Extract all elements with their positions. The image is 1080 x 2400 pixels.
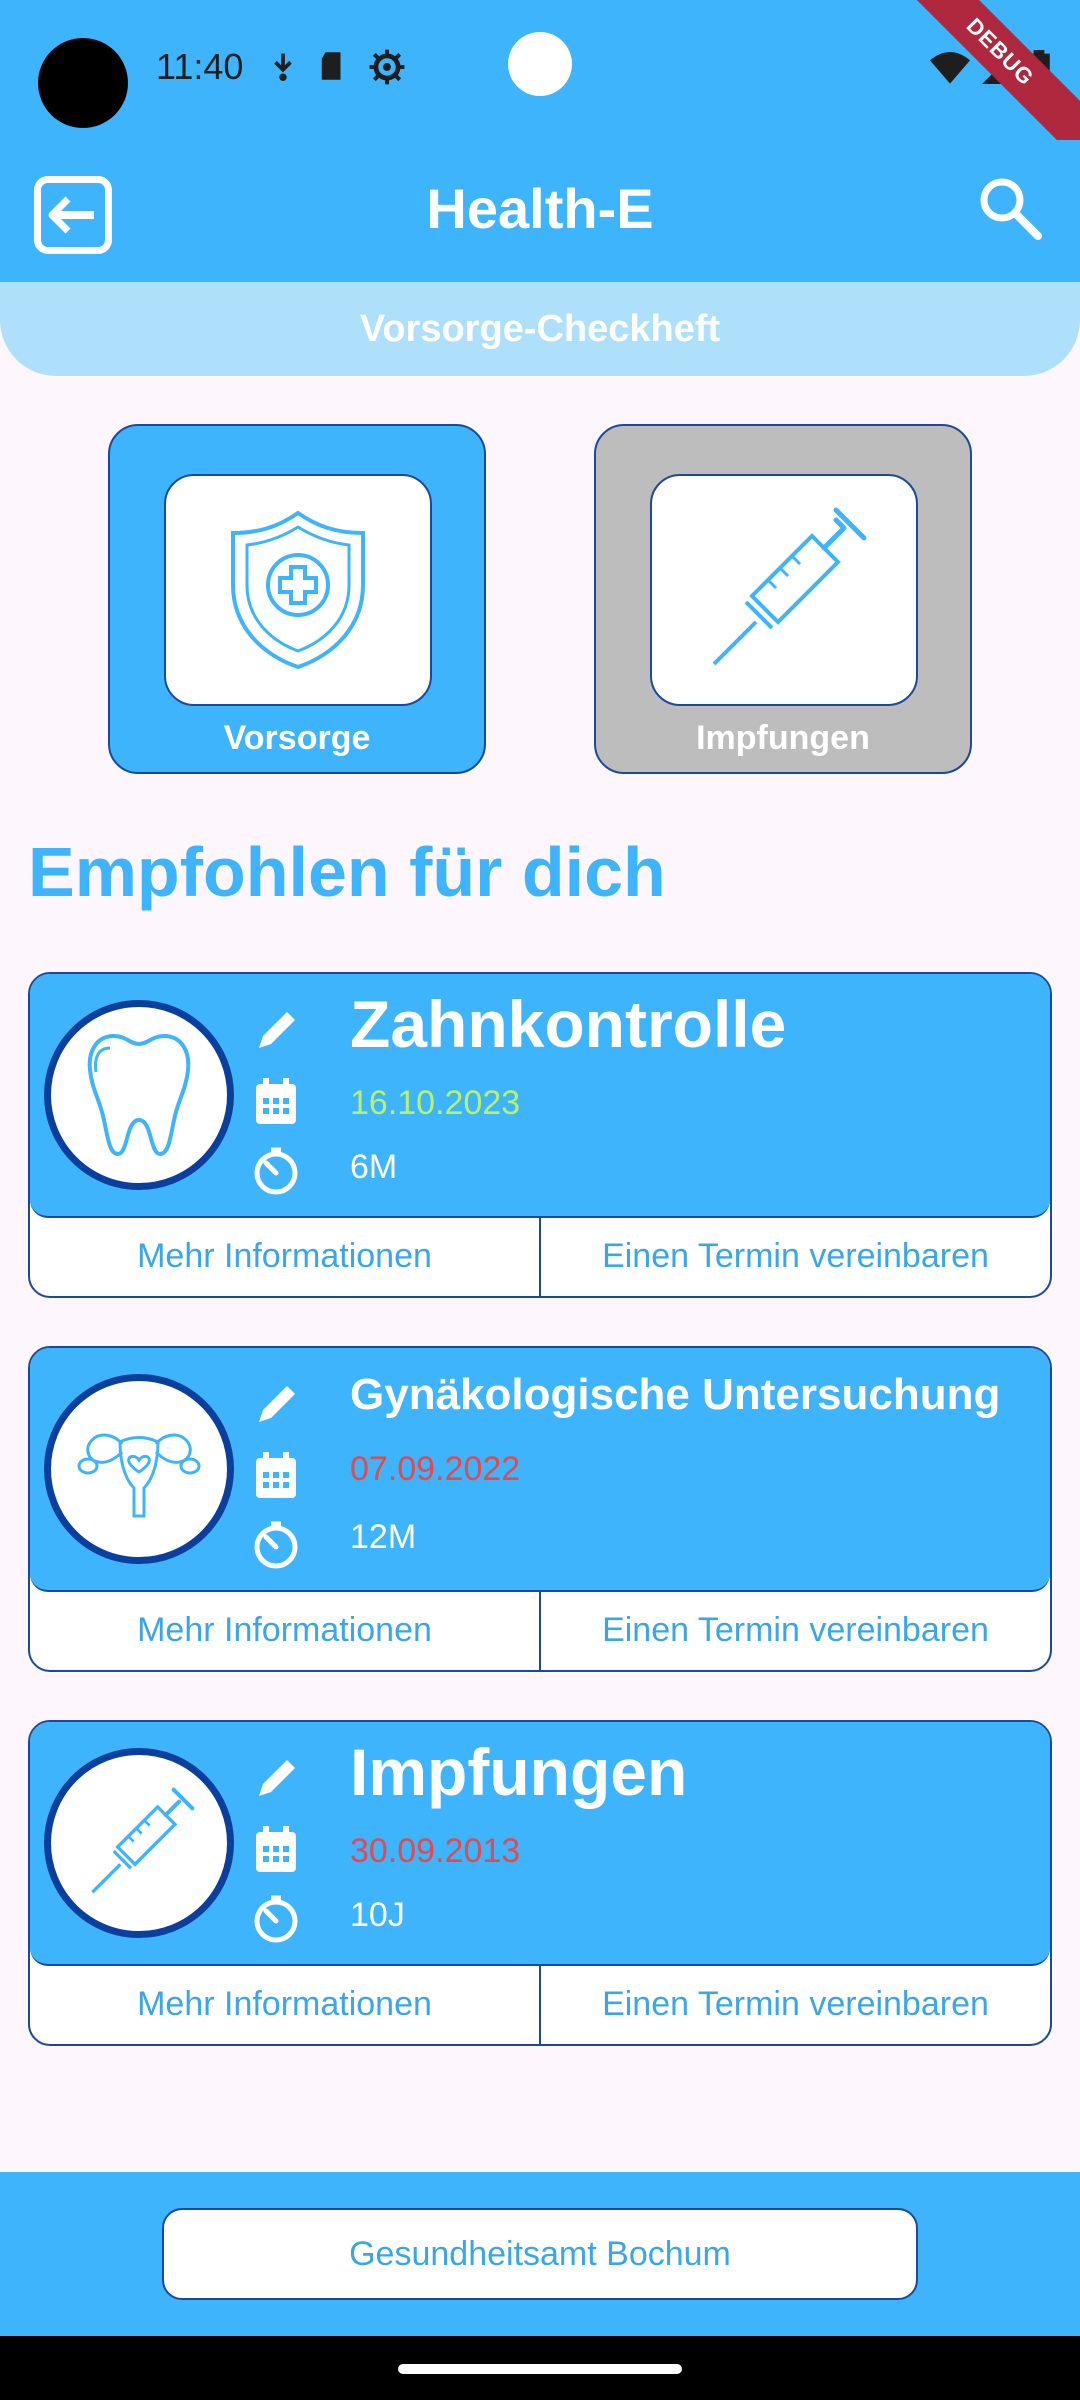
recommendation-card: Impfungen 30.09.2013 10J Mehr Informatio…: [28, 1720, 1052, 2046]
edit-button[interactable]: [248, 996, 304, 1066]
more-info-button[interactable]: Mehr Informationen: [30, 1218, 539, 1296]
category-icon-tile: [650, 474, 918, 706]
section-title: Empfohlen für dich: [28, 833, 666, 911]
wifi-icon: [930, 52, 970, 84]
recommendation-meta-icons: [248, 1370, 304, 1580]
calendar-icon: [256, 1452, 296, 1498]
recommendation-meta-icons: [248, 996, 304, 1206]
category-icon-tile: [164, 474, 432, 706]
timer-icon: [254, 1521, 298, 1569]
category-impfungen[interactable]: Impfungen: [594, 424, 972, 774]
settings-gear-icon: [369, 49, 405, 85]
tooth-icon: [87, 1033, 191, 1157]
edit-button[interactable]: [248, 1744, 304, 1814]
recommendation-card: Zahnkontrolle 16.10.2023 6M Mehr Informa…: [28, 972, 1052, 1298]
calendar-icon: [256, 1826, 296, 1872]
calendar-indicator: [248, 1814, 304, 1884]
recommendation-actions: Mehr Informationen Einen Termin vereinba…: [30, 1592, 1050, 1670]
recommendation-avatar: [44, 1374, 234, 1564]
recommendation-title: Gynäkologische Untersuchung: [350, 1370, 1001, 1419]
recommendation-date: 30.09.2013: [350, 1832, 521, 1870]
recommendation-actions: Mehr Informationen Einen Termin vereinba…: [30, 1218, 1050, 1296]
book-appointment-button[interactable]: Einen Termin vereinbaren: [539, 1218, 1050, 1296]
status-bar: 11:40 DEBUG: [0, 0, 1080, 174]
app-title: Health-E: [426, 177, 654, 240]
recommendation-date: 07.09.2022: [350, 1450, 521, 1488]
system-navigation-bar: [0, 2336, 1080, 2400]
recommendation-title: Zahnkontrolle: [350, 987, 787, 1061]
book-appointment-button[interactable]: Einen Termin vereinbaren: [539, 1592, 1050, 1670]
pencil-icon: [259, 1760, 295, 1796]
punch-hole-camera: [508, 32, 572, 96]
uterus-icon: [77, 1433, 201, 1518]
recommendation-card: Gynäkologische Untersuchung 07.09.2022 1…: [28, 1346, 1052, 1672]
recommendation-interval: 10J: [350, 1896, 405, 1934]
recommendation-avatar: [44, 1000, 234, 1190]
download-icon: [274, 53, 292, 81]
category-vorsorge[interactable]: Vorsorge: [108, 424, 486, 774]
sd-card-icon: [321, 52, 341, 80]
syringe-icon: [712, 507, 867, 666]
category-label: Impfungen: [696, 719, 870, 757]
home-gesture-handle[interactable]: [398, 2364, 682, 2374]
interval-indicator: [248, 1136, 304, 1206]
status-time: 11:40: [156, 46, 244, 87]
calendar-icon: [256, 1078, 296, 1124]
section-subtitle-bar: Vorsorge-Checkheft: [0, 282, 1080, 376]
pencil-icon: [259, 1012, 295, 1048]
search-button[interactable]: [976, 174, 1044, 247]
shield-plus-icon: [231, 510, 365, 670]
recommendation-date: 16.10.2023: [350, 1084, 521, 1122]
category-label: Vorsorge: [223, 719, 371, 757]
interval-indicator: [248, 1884, 304, 1954]
calendar-indicator: [248, 1066, 304, 1136]
pencil-icon: [259, 1386, 295, 1422]
timer-icon: [254, 1147, 298, 1195]
recommendation-interval: 6M: [350, 1148, 398, 1186]
recommendation-actions: Mehr Informationen Einen Termin vereinba…: [30, 1966, 1050, 2044]
recommendation-interval: 12M: [350, 1518, 417, 1556]
recommendation-avatar: [44, 1748, 234, 1938]
status-notification-icons: [268, 48, 406, 86]
recommendation-header: Zahnkontrolle 16.10.2023 6M: [30, 974, 1050, 1218]
syringe-icon: [91, 1787, 195, 1894]
more-info-button[interactable]: Mehr Informationen: [30, 1966, 539, 2044]
recommendation-header: Gynäkologische Untersuchung 07.09.2022 1…: [30, 1348, 1050, 1592]
recommendation-title: Impfungen: [350, 1735, 688, 1809]
calendar-indicator: [248, 1440, 304, 1510]
bottom-bar: Gesundheitsamt Bochum: [0, 2172, 1080, 2336]
recommendation-meta-icons: [248, 1744, 304, 1954]
health-office-button[interactable]: Gesundheitsamt Bochum: [162, 2208, 918, 2300]
recommendation-header: Impfungen 30.09.2013 10J: [30, 1722, 1050, 1966]
camera-cutout: [38, 38, 128, 128]
interval-indicator: [248, 1510, 304, 1580]
edit-button[interactable]: [248, 1370, 304, 1440]
timer-icon: [254, 1895, 298, 1943]
app-bar: Health-E: [0, 140, 1080, 282]
book-appointment-button[interactable]: Einen Termin vereinbaren: [539, 1966, 1050, 2044]
more-info-button[interactable]: Mehr Informationen: [30, 1592, 539, 1670]
search-icon: [980, 178, 1042, 240]
